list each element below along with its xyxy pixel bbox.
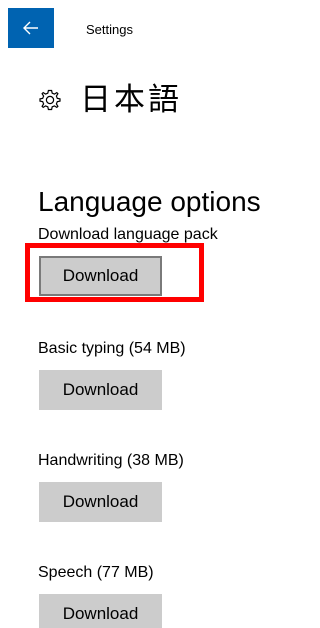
download-handwriting-button[interactable]: Download [39, 482, 162, 522]
page-title: 日本語 [80, 82, 182, 118]
handwriting-label: Handwriting (38 MB) [38, 452, 184, 469]
back-arrow-icon [23, 21, 38, 35]
app-title: Settings [86, 22, 133, 37]
download-basic-typing-button[interactable]: Download [39, 370, 162, 410]
basic-typing-label: Basic typing (54 MB) [38, 340, 186, 357]
back-button[interactable] [8, 8, 54, 48]
download-language-pack-label: Download language pack [38, 226, 218, 243]
page-header: 日本語 [38, 80, 182, 120]
gear-icon [39, 89, 61, 111]
section-title: Language options [38, 186, 261, 218]
download-speech-button[interactable]: Download [39, 594, 162, 628]
download-language-pack-button[interactable]: Download [39, 256, 162, 296]
speech-label: Speech (77 MB) [38, 564, 154, 581]
settings-page: Settings 日本語 Language options Download l… [0, 0, 276, 628]
